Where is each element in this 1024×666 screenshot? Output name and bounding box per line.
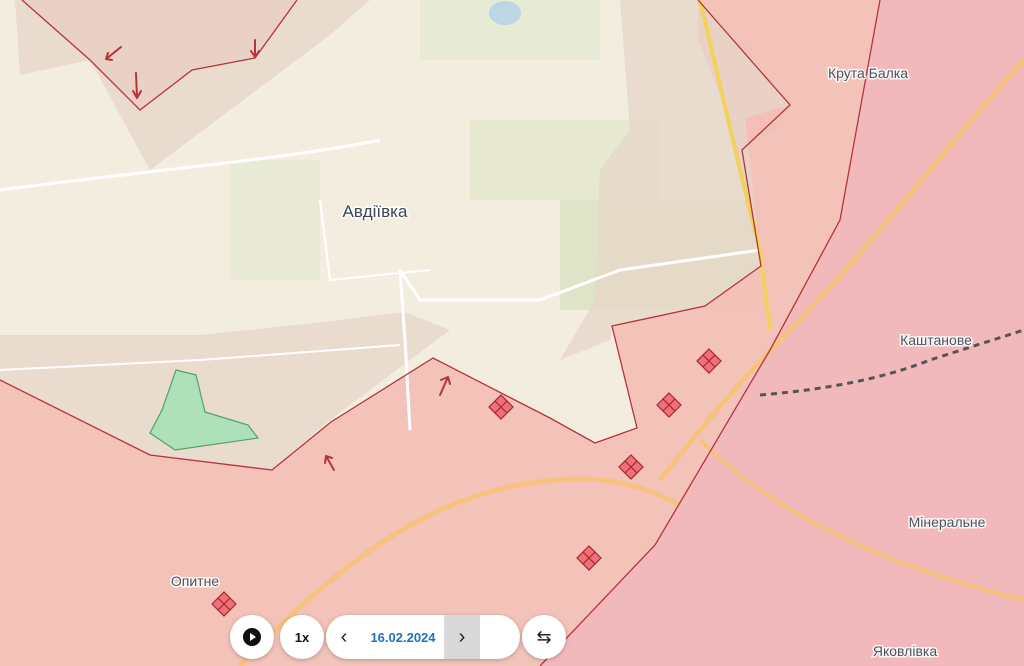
chevron-left-icon[interactable]: ‹ xyxy=(326,615,362,659)
speed-label: 1x xyxy=(294,629,310,645)
label-kashtanove: Каштанове xyxy=(900,332,972,348)
current-date[interactable]: 16.02.2024 xyxy=(362,630,444,645)
date-selector: ‹ 16.02.2024 › xyxy=(326,615,520,659)
label-avdiivka: Авдіївка xyxy=(343,202,408,221)
label-opytne: Опитне xyxy=(171,573,219,589)
play-icon xyxy=(243,628,261,646)
play-button[interactable] xyxy=(230,615,274,659)
label-mineralne: Мінеральне xyxy=(909,514,986,530)
label-yakovlivka: Яковлівка xyxy=(873,643,937,659)
label-kruta-balka: Крута Балка xyxy=(828,65,908,81)
chevron-right-icon[interactable]: › xyxy=(444,615,480,659)
speed-button[interactable]: 1x xyxy=(280,615,324,659)
swap-button[interactable]: ⇆ xyxy=(522,615,566,659)
map-canvas[interactable]: Авдіївка Крута Балка Каштанове Мінеральн… xyxy=(0,0,1024,666)
swap-arrows-icon: ⇆ xyxy=(536,626,552,647)
